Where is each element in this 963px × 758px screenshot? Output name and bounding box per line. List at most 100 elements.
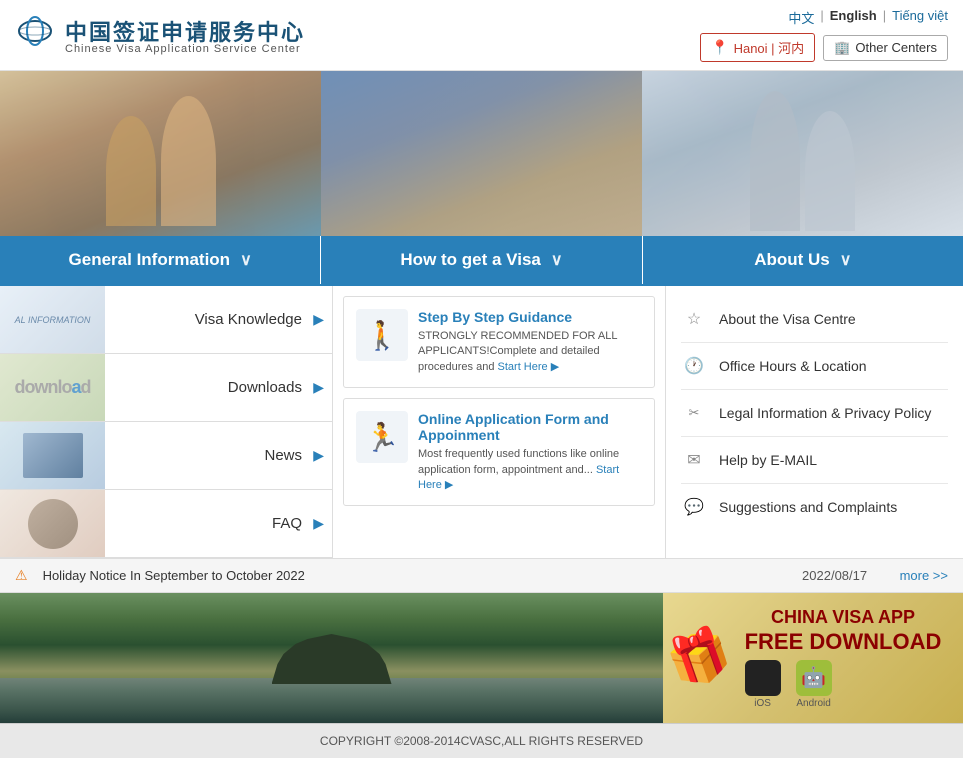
hero-image-3 (642, 71, 963, 236)
gift-icon: 🎁 (663, 620, 738, 697)
menu-label-faq: FAQ (105, 515, 332, 532)
middle-panel: 🚶 Step By Step Guidance STRONGLY RECOMME… (333, 286, 666, 558)
star-icon: ☆ (681, 306, 707, 332)
logo-text: 中国签证申请服务中心 Chinese Visa Application Serv… (65, 15, 305, 55)
notice-more-link[interactable]: more >> (900, 568, 948, 583)
header: 中国签证申请服务中心 Chinese Visa Application Serv… (0, 0, 963, 71)
promo-subtitle: FREE DOWNLOAD (745, 629, 942, 655)
nav-how-to-get-visa-label: How to get a Visa (400, 250, 540, 270)
promo-title: CHINA VISA APP (745, 607, 942, 629)
lang-zh[interactable]: 中文 (788, 8, 814, 27)
menu-arrow-downloads: ▶ (313, 379, 324, 396)
logo-en: Chinese Visa Application Service Center (65, 43, 305, 55)
thumb-news (0, 422, 105, 490)
ios-label: iOS (754, 698, 771, 709)
right-link-email[interactable]: ✉ Help by E-MAIL (681, 437, 948, 484)
nav-bar: General Information ∨ How to get a Visa … (0, 236, 963, 284)
start-arrow-2: ▶ (445, 479, 453, 491)
menu-arrow-faq: ▶ (313, 515, 324, 532)
card-step-by-step-icon: 🚶 (356, 309, 408, 361)
warning-icon: ⚠ (15, 567, 28, 584)
sep2: | (883, 8, 886, 27)
thumb-faq (0, 490, 105, 558)
right-link-legal[interactable]: ✂ Legal Information & Privacy Policy (681, 390, 948, 437)
menu-arrow-visa-knowledge: ▶ (313, 311, 324, 328)
logo-area: 中国签证申请服务中心 Chinese Visa Application Serv… (15, 15, 305, 55)
menu-arrow-news: ▶ (313, 447, 324, 464)
menu-label-downloads: Downloads (105, 379, 332, 396)
start-here-link-1[interactable]: Start Here (498, 361, 551, 373)
android-icon: 🤖 (796, 660, 832, 696)
content-grid: AL INFORMATION Visa Knowledge ▶ download… (0, 284, 963, 558)
notice-text: Holiday Notice In September to October 2… (43, 568, 770, 583)
promo-stores: iOS 🤖 Android (745, 660, 942, 709)
scissors-icon: ✂ (681, 400, 707, 426)
right-link-hours-label: Office Hours & Location (719, 358, 867, 374)
menu-label-news: News (105, 447, 332, 464)
building-icon: 🏢 (834, 40, 850, 56)
footer-text: COPYRIGHT ©2008-2014CVASC,ALL RIGHTS RES… (320, 734, 643, 748)
notice-date: 2022/08/17 (785, 568, 885, 583)
menu-item-news[interactable]: News ▶ (0, 422, 332, 490)
lang-vi[interactable]: Tiếng việt (892, 8, 948, 27)
right-link-suggestions-label: Suggestions and Complaints (719, 499, 897, 515)
right-link-suggestions[interactable]: 💬 Suggestions and Complaints (681, 484, 948, 530)
card-step-by-step[interactable]: 🚶 Step By Step Guidance STRONGLY RECOMME… (343, 296, 655, 388)
right-link-hours[interactable]: 🕐 Office Hours & Location (681, 343, 948, 390)
menu-item-downloads[interactable]: download Downloads ▶ (0, 354, 332, 422)
bottom-scenery-image (0, 593, 663, 723)
dl-icon: download (15, 377, 91, 398)
right-link-about[interactable]: ☆ About the Visa Centre (681, 296, 948, 343)
nav-general-information[interactable]: General Information ∨ (0, 236, 320, 284)
card-online-application-icon: 🏃 (356, 411, 408, 463)
other-centers-button[interactable]: 🏢 Other Centers (823, 35, 948, 61)
running-icon: 🏃 (365, 421, 400, 454)
menu-item-visa-knowledge[interactable]: AL INFORMATION Visa Knowledge ▶ (0, 286, 332, 354)
location-button[interactable]: 📍 Hanoi | 河内 (700, 33, 815, 62)
lang-bar: 中文 | English | Tiếng việt (788, 8, 948, 27)
thumb-visa-knowledge: AL INFORMATION (0, 286, 105, 354)
footer: COPYRIGHT ©2008-2014CVASC,ALL RIGHTS RES… (0, 723, 963, 758)
hero-image-2 (321, 71, 642, 236)
nav-about-us[interactable]: About Us ∨ (643, 236, 963, 284)
mail-icon: ✉ (681, 447, 707, 473)
nav-general-information-chevron: ∨ (240, 250, 252, 270)
thumb-downloads: download (0, 354, 105, 422)
card-step-by-step-text: Step By Step Guidance STRONGLY RECOMMEND… (418, 309, 642, 375)
card-online-application-body: Most frequently used functions like onli… (418, 447, 642, 493)
right-link-email-label: Help by E-MAIL (719, 452, 817, 468)
location-label: Hanoi | 河内 (734, 38, 805, 57)
nav-how-to-get-visa-chevron: ∨ (551, 250, 563, 270)
logo-icon (15, 15, 55, 55)
card-step-by-step-body: STRONGLY RECOMMENDED FOR ALL APPLICANTS!… (418, 329, 642, 375)
android-store-button[interactable]: 🤖 Android (796, 660, 832, 709)
menu-label-visa-knowledge: Visa Knowledge (105, 311, 332, 328)
right-panel: ☆ About the Visa Centre 🕐 Office Hours &… (666, 286, 963, 558)
card-online-application-title: Online Application Form and Appoinment (418, 411, 642, 443)
nav-about-us-label: About Us (754, 250, 830, 270)
right-link-about-label: About the Visa Centre (719, 311, 856, 327)
nav-general-information-label: General Information (69, 250, 231, 270)
header-right: 中文 | English | Tiếng việt 📍 Hanoi | 河内 🏢… (700, 8, 948, 62)
bottom-promo: 🎁 CHINA VISA APP FREE DOWNLOAD iOS 🤖 And… (663, 593, 963, 723)
location-icon: 📍 (711, 39, 728, 56)
android-label: Android (796, 698, 830, 709)
start-arrow-1: ▶ (551, 361, 559, 373)
ios-store-button[interactable]: iOS (745, 660, 781, 709)
hero-banner (0, 71, 963, 236)
card-online-application[interactable]: 🏃 Online Application Form and Appoinment… (343, 398, 655, 506)
lang-en[interactable]: English (830, 8, 877, 27)
chat-icon: 💬 (681, 494, 707, 520)
card-step-by-step-title: Step By Step Guidance (418, 309, 642, 325)
sep1: | (820, 8, 823, 27)
apple-icon (745, 660, 781, 696)
left-panel: AL INFORMATION Visa Knowledge ▶ download… (0, 286, 333, 558)
nav-about-us-chevron: ∨ (840, 250, 852, 270)
nav-how-to-get-visa[interactable]: How to get a Visa ∨ (320, 236, 642, 284)
hero-image-1 (0, 71, 321, 236)
bottom-section: 🎁 CHINA VISA APP FREE DOWNLOAD iOS 🤖 And… (0, 593, 963, 723)
card-online-application-text: Online Application Form and Appoinment M… (418, 411, 642, 493)
menu-item-faq[interactable]: FAQ ▶ (0, 490, 332, 558)
other-centers-label: Other Centers (855, 40, 937, 55)
location-bar: 📍 Hanoi | 河内 🏢 Other Centers (700, 33, 948, 62)
